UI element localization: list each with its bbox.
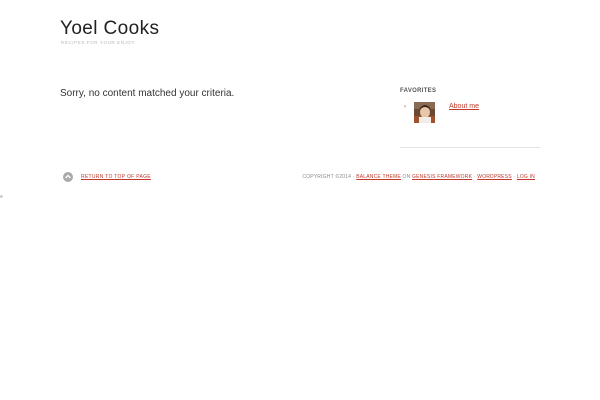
separator: ·	[473, 174, 476, 180]
on-text: ON	[402, 174, 411, 180]
separator: ·	[513, 174, 516, 180]
profile-photo-icon	[414, 102, 435, 123]
balance-theme-link[interactable]: BALANCE THEME	[356, 174, 401, 180]
arrow-up-icon	[65, 174, 71, 179]
site-tagline: RECIPES FOR YOUR ENJOY	[61, 40, 136, 45]
no-content-message: Sorry, no content matched your criteria.	[60, 88, 235, 99]
about-me-thumbnail[interactable]	[414, 102, 435, 123]
edge-glyph: »	[0, 194, 3, 200]
log-in-link[interactable]: LOG IN	[517, 174, 535, 180]
page: Yoel Cooks RECIPES FOR YOUR ENJOY Sorry,…	[0, 0, 600, 400]
copyright-text: COPYRIGHT ©2014 ·	[302, 174, 355, 180]
chevron-right-icon: ›	[404, 104, 406, 110]
wordpress-link[interactable]: WORDPRESS	[477, 174, 512, 180]
favorites-widget-title: FAVORITES	[400, 88, 437, 94]
site-title[interactable]: Yoel Cooks	[60, 18, 159, 40]
genesis-framework-link[interactable]: GENESIS FRAMEWORK	[412, 174, 472, 180]
about-me-link[interactable]: About me	[449, 103, 479, 110]
back-to-top-button[interactable]	[63, 172, 73, 182]
sidebar-divider	[400, 147, 540, 148]
return-to-top-link[interactable]: RETURN TO TOP OF PAGE	[81, 174, 151, 180]
footer-credits: COPYRIGHT ©2014 · BALANCE THEME ON GENES…	[302, 174, 535, 180]
